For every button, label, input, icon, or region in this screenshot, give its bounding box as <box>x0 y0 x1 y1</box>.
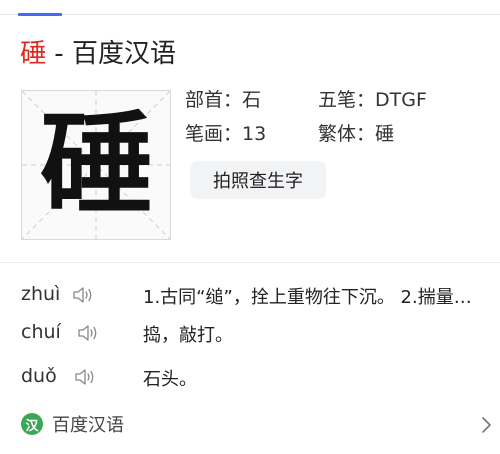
photo-lookup-button[interactable]: 拍照查生字 <box>190 161 326 199</box>
active-tab-indicator <box>18 13 62 16</box>
pinyin: duǒ <box>21 365 57 387</box>
chevron-right-icon[interactable] <box>478 416 494 434</box>
pronunciation-row: duǒ 石头。 <box>0 362 500 392</box>
definition-text: 1.古同“缒”，拴上重物往下沉。 2.揣量… <box>143 287 472 308</box>
pinyin: chuí <box>21 321 61 343</box>
definition-text: 石头。 <box>143 369 197 390</box>
top-divider <box>0 14 500 15</box>
speaker-icon[interactable] <box>72 285 94 305</box>
title-separator: - <box>46 39 72 69</box>
source-footer[interactable]: 汉 百度汉语 <box>0 408 500 440</box>
traditional-info: 繁体：硾 <box>318 123 395 145</box>
radical-info: 部首：石 <box>185 89 262 111</box>
baidu-hanyu-logo-icon: 汉 <box>21 413 43 435</box>
source-name: 百度汉语 <box>52 415 124 436</box>
pinyin: zhuì <box>21 283 61 305</box>
speaker-icon[interactable] <box>74 367 96 387</box>
character-grid-box: 硾 <box>21 90 171 240</box>
title-site-name: 百度汉语 <box>71 39 176 69</box>
pronunciation-row: chuí 捣，敲打。 <box>0 318 500 348</box>
title-character: 硾 <box>20 39 47 69</box>
wubi-info: 五笔：DTGF <box>318 89 427 111</box>
pronunciation-row: zhuì 1.古同“缒”，拴上重物往下沉。 2.揣量… <box>0 280 500 310</box>
speaker-icon[interactable] <box>77 323 99 343</box>
stroke-count-info: 笔画：13 <box>185 123 267 145</box>
page-title[interactable]: 硾 - 百度汉语 <box>20 36 176 72</box>
character-glyph: 硾 <box>40 99 152 230</box>
definition-text: 捣，敲打。 <box>143 325 233 346</box>
section-divider <box>0 262 500 263</box>
